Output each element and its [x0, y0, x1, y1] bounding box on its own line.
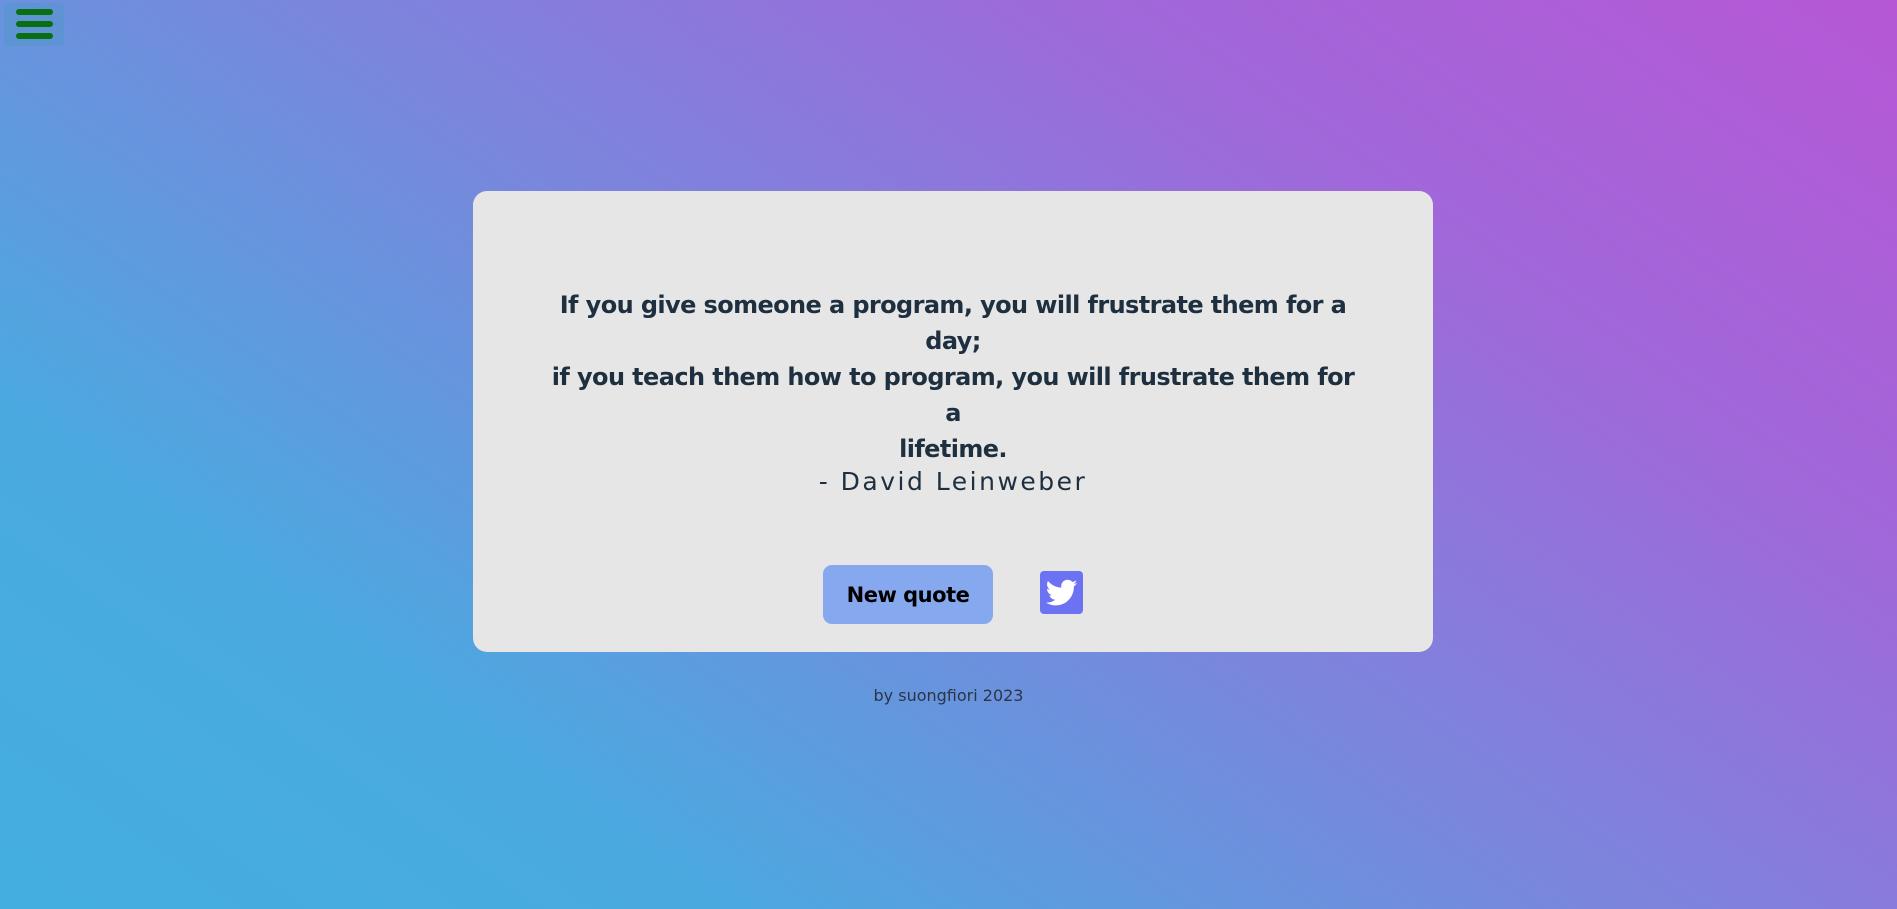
- quote-text: If you give someone a program, you will …: [543, 287, 1363, 467]
- new-quote-button[interactable]: New quote: [823, 565, 993, 624]
- hamburger-menu-icon-bar: [16, 21, 53, 27]
- quote-line: lifetime.: [899, 435, 1007, 463]
- quote-line: if you teach them how to program, you wi…: [551, 363, 1355, 427]
- hamburger-menu-icon: [16, 9, 53, 15]
- quote-line: If you give someone a program, you will …: [559, 291, 1347, 355]
- footer-credit: by suongfiori 2023: [873, 686, 1024, 705]
- quote-card: If you give someone a program, you will …: [473, 191, 1433, 652]
- tweet-button[interactable]: [1040, 571, 1083, 614]
- quote-author: - David Leinweber: [818, 467, 1088, 496]
- hamburger-menu-button[interactable]: [4, 3, 64, 46]
- hamburger-menu-icon-bar: [16, 33, 53, 39]
- twitter-icon: [1045, 579, 1077, 605]
